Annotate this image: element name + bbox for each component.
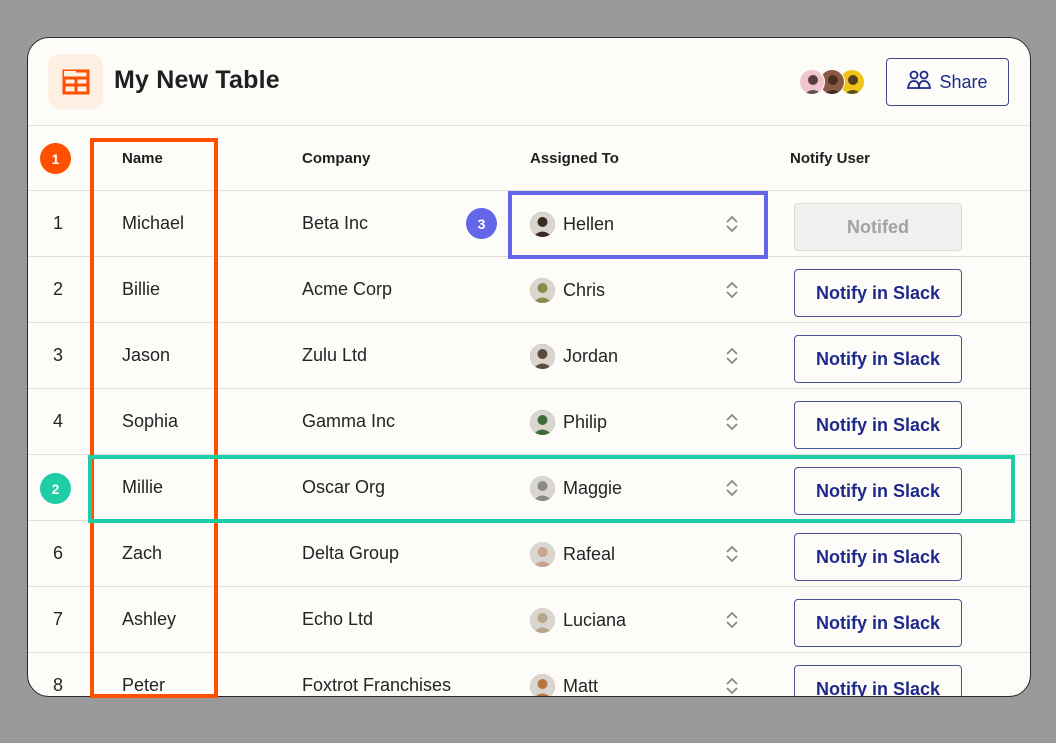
table-row[interactable]: 8 Peter Foxtrot Franchises Matt Notify in Sl… <box>28 653 1030 696</box>
table-row[interactable]: 3 Jason Zulu Ltd Jordan Notify in Slack <box>28 323 1030 389</box>
notify-in-slack-button[interactable]: Notify in Slack <box>794 533 962 581</box>
table-row[interactable]: 4 Sophia Gamma Inc Philip Notify in Slack <box>28 389 1030 455</box>
page-title: My New Table <box>114 66 280 94</box>
share-button[interactable]: Share <box>886 58 1009 106</box>
avatar <box>530 607 555 633</box>
notify-in-slack-button[interactable]: Notify in Slack <box>794 599 962 647</box>
annotation-marker-3: 3 <box>466 208 497 239</box>
row-number: 2 <box>52 279 63 299</box>
avatar <box>530 541 555 567</box>
name-cell[interactable]: Zach <box>122 543 162 564</box>
avatar <box>530 475 555 501</box>
table-column-headers: Name Company Assigned To Notify User <box>28 126 1030 191</box>
table-header: My New Table Share <box>28 38 1030 126</box>
users-icon <box>907 70 932 95</box>
avatar <box>530 673 555 696</box>
avatar <box>530 343 555 369</box>
avatar <box>530 211 555 237</box>
company-cell[interactable]: Delta Group <box>302 543 399 564</box>
chevron-up-down-icon[interactable] <box>724 346 740 366</box>
notify-in-slack-button[interactable]: Notify in Slack <box>794 467 962 515</box>
assignee-select[interactable]: Matt <box>530 673 599 696</box>
assignee-select[interactable]: Maggie <box>530 475 622 501</box>
annotation-marker-2: 2 <box>40 473 71 504</box>
name-cell[interactable]: Michael <box>122 213 184 234</box>
avatar[interactable] <box>799 69 825 95</box>
table-row[interactable]: 6 Zach Delta Group Rafeal Notify in Slack <box>28 521 1030 587</box>
company-cell[interactable]: Beta Inc <box>302 213 368 234</box>
chevron-up-down-icon[interactable] <box>724 478 740 498</box>
notify-in-slack-button[interactable]: Notify in Slack <box>794 335 962 383</box>
row-number: 8 <box>52 675 63 695</box>
assignee-select[interactable]: Rafeal <box>530 541 615 567</box>
table-row[interactable]: Millie Oscar Org Maggie Notify in Slack <box>28 455 1030 521</box>
row-number: 6 <box>52 543 63 563</box>
name-cell[interactable]: Millie <box>122 477 163 498</box>
assignee-name: Jordan <box>563 345 619 366</box>
company-cell[interactable]: Acme Corp <box>302 279 392 300</box>
chevron-up-down-icon[interactable] <box>724 676 740 696</box>
notify-in-slack-button[interactable]: Notify in Slack <box>794 401 962 449</box>
notify-in-slack-button[interactable]: Notify in Slack <box>794 665 962 696</box>
annotation-marker-1: 1 <box>40 143 71 174</box>
table-row[interactable]: 1 Michael Beta Inc Hellen Notifed <box>28 191 1030 257</box>
collaborator-avatars[interactable] <box>799 69 865 95</box>
table-row[interactable]: 7 Ashley Echo Ltd Luciana Notify in Slack <box>28 587 1030 653</box>
name-cell[interactable]: Billie <box>122 279 160 300</box>
name-cell[interactable]: Peter <box>122 675 165 696</box>
column-header-notify-user[interactable]: Notify User <box>790 150 870 167</box>
assignee-name: Rafeal <box>563 543 616 564</box>
company-cell[interactable]: Zulu Ltd <box>302 345 367 366</box>
row-number: 4 <box>52 411 63 431</box>
assignee-select[interactable]: Luciana <box>530 607 626 633</box>
avatar <box>530 277 555 303</box>
assignee-name: Maggie <box>563 477 623 498</box>
column-header-company[interactable]: Company <box>302 150 370 167</box>
name-cell[interactable]: Ashley <box>122 609 176 630</box>
chevron-up-down-icon[interactable] <box>724 214 740 234</box>
chevron-up-down-icon[interactable] <box>724 610 740 630</box>
name-cell[interactable]: Jason <box>122 345 170 366</box>
notify-in-slack-button[interactable]: Notify in Slack <box>794 269 962 317</box>
table-icon <box>48 54 103 109</box>
notified-button[interactable]: Notifed <box>794 203 962 251</box>
column-header-assigned-to[interactable]: Assigned To <box>530 150 619 167</box>
assignee-name: Philip <box>563 411 608 432</box>
company-cell[interactable]: Gamma Inc <box>302 411 395 432</box>
assignee-name: Matt <box>563 675 599 696</box>
assignee-name: Chris <box>563 279 606 300</box>
assignee-select[interactable]: Philip <box>530 409 607 435</box>
assignee-name: Hellen <box>563 213 615 234</box>
table-row[interactable]: 2 Billie Acme Corp Chris Notify in Slack <box>28 257 1030 323</box>
chevron-up-down-icon[interactable] <box>724 412 740 432</box>
company-cell[interactable]: Foxtrot Franchises <box>302 675 451 696</box>
row-number: 7 <box>52 609 63 629</box>
table-card: My New Table Share Name Company Assigned… <box>27 37 1031 697</box>
assignee-name: Luciana <box>563 609 627 630</box>
assignee-select[interactable]: Jordan <box>530 343 618 369</box>
company-cell[interactable]: Echo Ltd <box>302 609 373 630</box>
row-number: 3 <box>52 345 63 365</box>
column-header-name[interactable]: Name <box>122 150 163 167</box>
company-cell[interactable]: Oscar Org <box>302 477 385 498</box>
row-number: 1 <box>52 213 63 233</box>
name-cell[interactable]: Sophia <box>122 411 178 432</box>
assignee-select[interactable]: Chris <box>530 277 605 303</box>
avatar <box>530 409 555 435</box>
chevron-up-down-icon[interactable] <box>724 544 740 564</box>
share-label: Share <box>939 71 988 92</box>
assignee-select[interactable]: Hellen <box>530 211 614 237</box>
chevron-up-down-icon[interactable] <box>724 280 740 300</box>
